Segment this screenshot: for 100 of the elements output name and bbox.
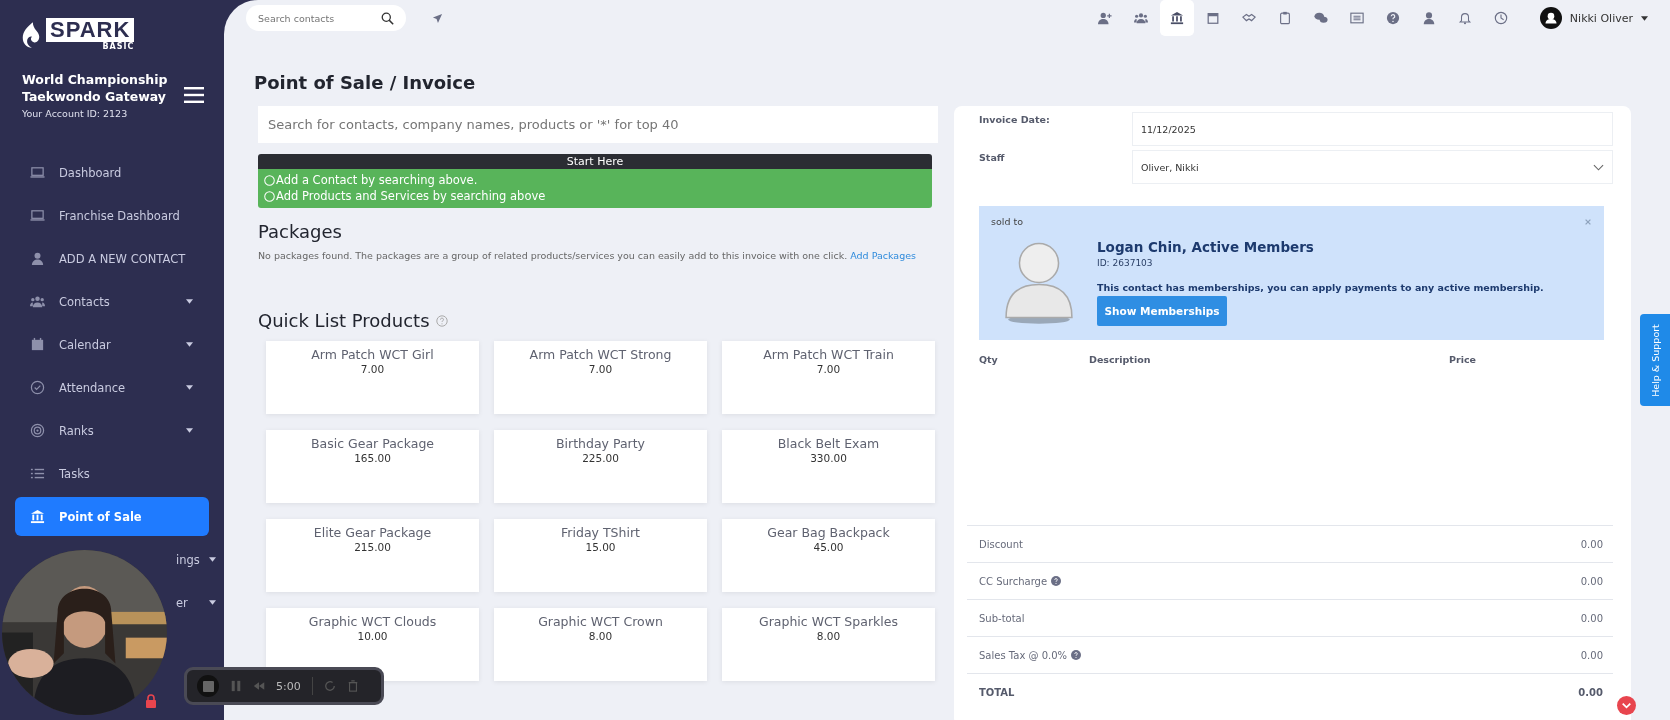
sidebar-item[interactable]: Contacts [15, 282, 209, 321]
toolbar-icon[interactable] [1159, 0, 1194, 36]
nav-icon [30, 208, 45, 223]
total-label: TOTAL [979, 686, 1015, 698]
page-title: Point of Sale / Invoice [254, 72, 477, 94]
total-value: 0.00 [1580, 538, 1603, 550]
circle-icon [264, 190, 275, 202]
product-price: 7.00 [816, 363, 841, 375]
nav-icon [30, 337, 45, 352]
sidebar-item[interactable]: ADD A NEW CONTACT [15, 239, 209, 278]
user-name[interactable]: Nikki Oliver [1569, 11, 1633, 25]
product-card[interactable]: Gear Bag Backpack 45.00 [722, 519, 935, 592]
help-support-tab[interactable]: Help & Support [1640, 314, 1670, 406]
account-id: Your Account ID: 2123 [22, 108, 129, 119]
total-value: 0.00 [1578, 686, 1603, 698]
caret-icon [186, 428, 193, 433]
product-card[interactable]: Friday TShirt 15.00 [494, 519, 707, 592]
restart-icon[interactable] [323, 680, 336, 692]
total-label: Sub-total [979, 612, 1025, 624]
contact-search-field[interactable]: Search contacts [246, 5, 406, 31]
product-name: Elite Gear Package [313, 525, 432, 540]
product-price: 8.00 [816, 630, 841, 642]
caret-icon [186, 342, 193, 347]
sidebar-item[interactable]: Point of Sale [15, 497, 209, 536]
user-avatar-icon[interactable] [1539, 7, 1562, 29]
sidebar-item[interactable]: er [172, 583, 220, 622]
sidebar-item[interactable]: Attendance [15, 368, 209, 407]
logo-subtitle: BASIC [102, 42, 135, 51]
search-icon[interactable] [381, 11, 394, 25]
product-card[interactable]: Arm Patch WCT Girl 7.00 [266, 341, 479, 414]
product-card[interactable]: Graphic WCT Sparkles 8.00 [722, 608, 935, 681]
product-name: Gear Bag Backpack [767, 525, 890, 540]
product-name: Black Belt Exam [777, 436, 880, 451]
search-field[interactable]: Search for contacts, company names, products or '*' for top 40 [258, 106, 938, 143]
circle-icon [264, 174, 275, 186]
product-price: 165.00 [354, 452, 391, 464]
product-card[interactable]: Graphic WCT Clouds 10.00 [266, 608, 479, 681]
help-icon[interactable] [1071, 650, 1082, 660]
product-name: Arm Patch WCT Strong [529, 347, 672, 362]
caret-icon [209, 600, 216, 605]
flame-logo-icon [20, 19, 42, 50]
product-price: 225.00 [582, 452, 619, 464]
product-name: Friday TShirt [561, 525, 640, 540]
total-value: 0.00 [1580, 575, 1603, 587]
product-card[interactable]: Birthday Party 225.00 [494, 430, 707, 503]
product-price: 7.00 [360, 363, 385, 375]
step-text: Add Products and Services by searching above [276, 189, 546, 203]
recording-timer: 5:00 [276, 679, 301, 693]
column-header: Qty [979, 354, 999, 365]
sidebar-item[interactable]: ings [172, 540, 220, 579]
product-card[interactable]: Graphic WCT Crown 8.00 [494, 608, 707, 681]
column-header: Price [1449, 354, 1476, 365]
product-card[interactable]: Arm Patch WCT Train 7.00 [722, 341, 935, 414]
total-label: Discount [979, 538, 1023, 550]
sidebar-item[interactable]: Calendar [15, 325, 209, 364]
staff-dropdown[interactable]: Oliver, Nikki [1132, 150, 1613, 184]
product-price: 45.00 [813, 541, 844, 553]
trash-icon[interactable] [346, 680, 359, 692]
field-label: Staff [979, 151, 1006, 163]
nav-icon [30, 380, 45, 395]
membership-note: This contact has memberships, you can apply payments to any active membership. [1097, 282, 1544, 293]
sidebar-item[interactable]: Franchise Dashboard [15, 196, 209, 235]
caret-icon[interactable] [1641, 15, 1648, 21]
caret-icon [186, 299, 193, 304]
nav-icon [30, 509, 45, 524]
caret-icon [186, 385, 193, 390]
contact-name: Logan Chin, Active Members [1097, 239, 1315, 255]
product-card[interactable]: Black Belt Exam 330.00 [722, 430, 935, 503]
product-name: Arm Patch WCT Train [763, 347, 894, 362]
nav-icon [30, 294, 45, 309]
product-name: Basic Gear Package [311, 436, 434, 451]
chevron-down-icon[interactable] [1593, 163, 1604, 171]
product-price: 330.00 [810, 452, 847, 464]
product-card[interactable]: Elite Gear Package 215.00 [266, 519, 479, 592]
nav-icon [30, 466, 45, 481]
product-price: 8.00 [588, 630, 613, 642]
product-price: 7.00 [588, 363, 613, 375]
total-label: Sales Tax @ 0.0% [979, 649, 1068, 661]
nav-icon [30, 165, 45, 180]
product-name: Birthday Party [555, 436, 646, 451]
sidebar-item[interactable]: Tasks [15, 454, 209, 493]
total-label: CC Surcharge [979, 575, 1048, 587]
product-name: Arm Patch WCT Girl [311, 347, 434, 362]
scroll-down-icon[interactable] [1617, 696, 1636, 715]
stop-button[interactable] [197, 675, 219, 697]
rewind-icon[interactable] [253, 680, 265, 692]
product-card[interactable]: Arm Patch WCT Strong 7.00 [494, 341, 707, 414]
sidebar-item[interactable]: Dashboard [15, 153, 209, 192]
product-name: Graphic WCT Clouds [308, 614, 437, 629]
menu-icon[interactable] [184, 87, 204, 103]
pause-icon[interactable] [230, 680, 242, 692]
location-arrow-icon[interactable] [432, 12, 443, 24]
product-card[interactable]: Basic Gear Package 165.00 [266, 430, 479, 503]
caret-icon [209, 557, 216, 562]
lock-icon[interactable] [145, 694, 157, 708]
nav-icon [30, 423, 45, 438]
sidebar-item[interactable]: Ranks [15, 411, 209, 450]
field-label: Invoice Date: [979, 113, 1051, 125]
invoice-date-field[interactable]: 11/12/2025 [1132, 112, 1613, 146]
help-icon[interactable] [1051, 576, 1062, 586]
